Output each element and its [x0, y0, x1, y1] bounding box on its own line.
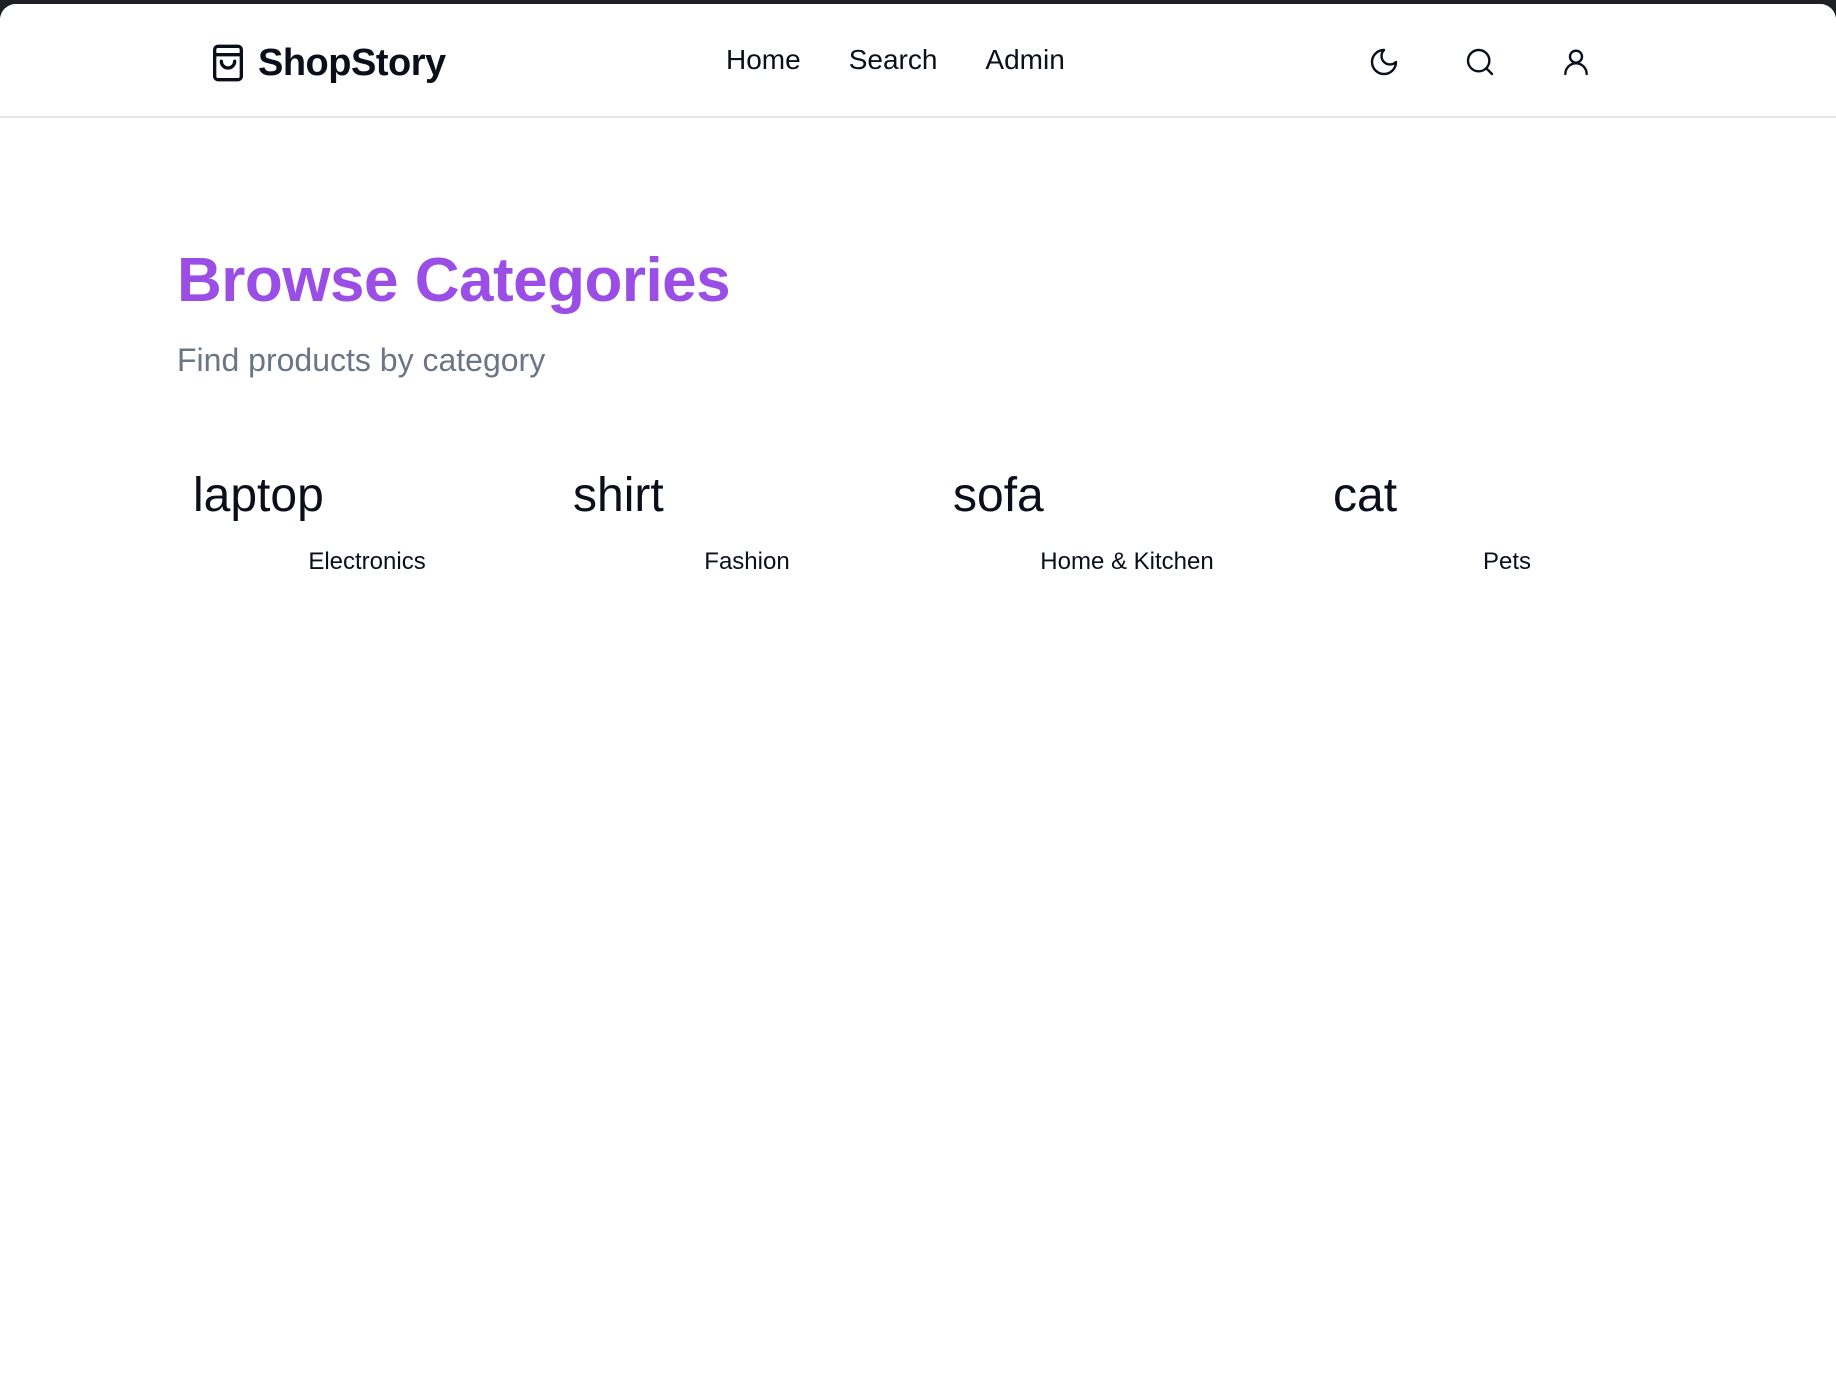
- nav-link-admin[interactable]: Admin: [985, 44, 1064, 76]
- browser-frame: ShopStory Home Search Admin Browse Categ…: [0, 0, 1836, 1392]
- brand-logo-link[interactable]: ShopStory: [208, 38, 446, 88]
- category-name: Pets: [1482, 548, 1532, 575]
- category-card-pets[interactable]: cat Pets: [1317, 472, 1697, 582]
- page-window: ShopStory Home Search Admin Browse Categ…: [0, 4, 1836, 1392]
- category-card-electronics[interactable]: laptop Electronics: [177, 472, 557, 582]
- category-image-broken: shirt: [573, 469, 664, 522]
- category-card-home-kitchen[interactable]: sofa Home & Kitchen: [937, 472, 1317, 582]
- category-name: Home & Kitchen: [1040, 548, 1214, 575]
- category-image-broken: sofa: [953, 469, 1044, 522]
- shopping-bag-icon: [213, 44, 243, 82]
- brand-name: ShopStory: [258, 41, 446, 84]
- account-button[interactable]: [1558, 44, 1594, 80]
- user-icon: [1564, 49, 1588, 76]
- main-nav: Home Search Admin: [726, 44, 1065, 76]
- search-icon: [1466, 48, 1494, 76]
- page-title: Browse Categories: [177, 246, 731, 315]
- category-card-fashion[interactable]: shirt Fashion: [557, 472, 937, 582]
- nav-actions: [1366, 44, 1594, 80]
- category-name: Electronics: [308, 548, 426, 575]
- search-button[interactable]: [1462, 44, 1498, 80]
- nav-link-search[interactable]: Search: [849, 44, 938, 76]
- page-subtitle: Find products by category: [177, 342, 546, 378]
- nav-link-home[interactable]: Home: [726, 44, 801, 76]
- navbar: ShopStory Home Search Admin: [0, 4, 1836, 118]
- theme-toggle-button[interactable]: [1366, 44, 1402, 80]
- category-grid: laptop Electronics shirt Fashion sofa Ho…: [177, 472, 1697, 582]
- moon-icon: [1370, 48, 1398, 76]
- category-image-broken: laptop: [193, 469, 324, 522]
- category-image-broken: cat: [1333, 469, 1398, 522]
- category-name: Fashion: [704, 548, 790, 575]
